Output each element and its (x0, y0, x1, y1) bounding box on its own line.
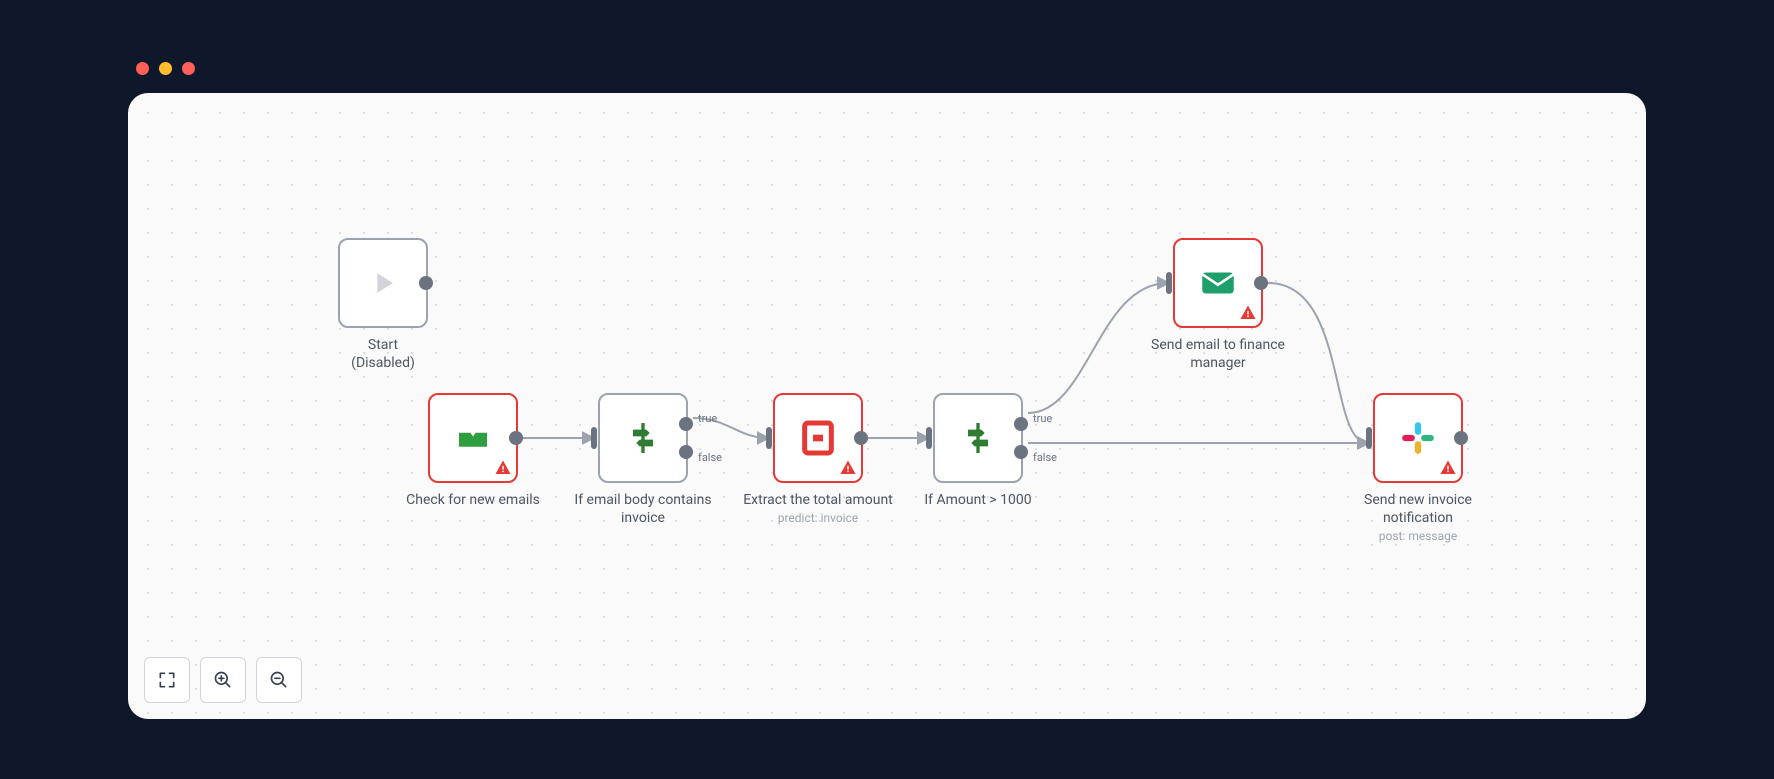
port-in[interactable] (1366, 427, 1372, 449)
zoom-out-button[interactable] (256, 657, 302, 703)
node-check-emails[interactable]: Check for new emails (428, 393, 518, 509)
port-in[interactable] (926, 427, 932, 449)
port-out[interactable] (509, 431, 523, 445)
node-extract[interactable]: Extract the total amount predict: invoic… (773, 393, 863, 525)
node-send-slack-sublabel: post: message (1338, 529, 1498, 543)
node-if-amount-label: If Amount > 1000 (898, 491, 1058, 509)
node-send-email-label: Send email to finance manager (1138, 336, 1298, 372)
port-out[interactable] (419, 276, 433, 290)
zoom-out-icon (269, 670, 289, 690)
branch-icon (958, 418, 998, 458)
branch-icon (623, 418, 663, 458)
port-label-true: true (698, 412, 717, 425)
port-label-false: false (1033, 451, 1057, 464)
port-out-true[interactable] (1014, 417, 1028, 431)
inbox-icon (452, 417, 494, 459)
window-maximize-dot[interactable] (182, 62, 195, 75)
port-label-true: true (1033, 412, 1052, 425)
port-out-false[interactable] (1014, 445, 1028, 459)
port-in[interactable] (766, 427, 772, 449)
warning-icon (839, 459, 857, 477)
canvas-controls (144, 657, 302, 703)
node-if-body-box[interactable]: true false (598, 393, 688, 483)
extract-icon (798, 418, 838, 458)
warning-icon (1239, 304, 1257, 322)
node-send-slack-box[interactable] (1373, 393, 1463, 483)
port-out[interactable] (854, 431, 868, 445)
warning-icon (1439, 459, 1457, 477)
node-if-amount[interactable]: true false If Amount > 1000 (933, 393, 1023, 509)
titlebar (112, 45, 1662, 93)
node-if-body[interactable]: true false If email body contains invoic… (598, 393, 688, 527)
node-send-slack-label: Send new invoice notification (1338, 491, 1498, 527)
port-out[interactable] (1254, 276, 1268, 290)
node-send-email[interactable]: Send email to finance manager (1173, 238, 1263, 372)
window-close-dot[interactable] (136, 62, 149, 75)
fit-view-icon (157, 670, 177, 690)
node-extract-sublabel: predict: invoice (738, 511, 898, 525)
node-check-emails-box[interactable] (428, 393, 518, 483)
node-if-amount-box[interactable]: true false (933, 393, 1023, 483)
port-out-true[interactable] (679, 417, 693, 431)
play-icon (366, 266, 400, 300)
node-if-body-label: If email body contains invoice (563, 491, 723, 527)
port-label-false: false (698, 451, 722, 464)
fit-view-button[interactable] (144, 657, 190, 703)
envelope-icon (1197, 262, 1239, 304)
zoom-in-button[interactable] (200, 657, 246, 703)
port-in[interactable] (1166, 272, 1172, 294)
zoom-in-icon (213, 670, 233, 690)
node-send-email-box[interactable] (1173, 238, 1263, 328)
node-extract-label: Extract the total amount (738, 491, 898, 509)
workflow-canvas[interactable]: Start (Disabled) Check for new emails (128, 93, 1646, 719)
warning-icon (494, 459, 512, 477)
node-send-slack[interactable]: Send new invoice notification post: mess… (1373, 393, 1463, 543)
app-window: Start (Disabled) Check for new emails (112, 45, 1662, 735)
node-start[interactable]: Start (Disabled) (338, 238, 428, 372)
node-extract-box[interactable] (773, 393, 863, 483)
node-start-box[interactable] (338, 238, 428, 328)
port-out[interactable] (1454, 431, 1468, 445)
port-out-false[interactable] (679, 445, 693, 459)
slack-icon (1399, 419, 1437, 457)
node-start-label: Start (Disabled) (303, 336, 463, 372)
window-minimize-dot[interactable] (159, 62, 172, 75)
canvas-wrapper: Start (Disabled) Check for new emails (128, 93, 1646, 719)
port-in[interactable] (591, 427, 597, 449)
node-check-emails-label: Check for new emails (393, 491, 553, 509)
